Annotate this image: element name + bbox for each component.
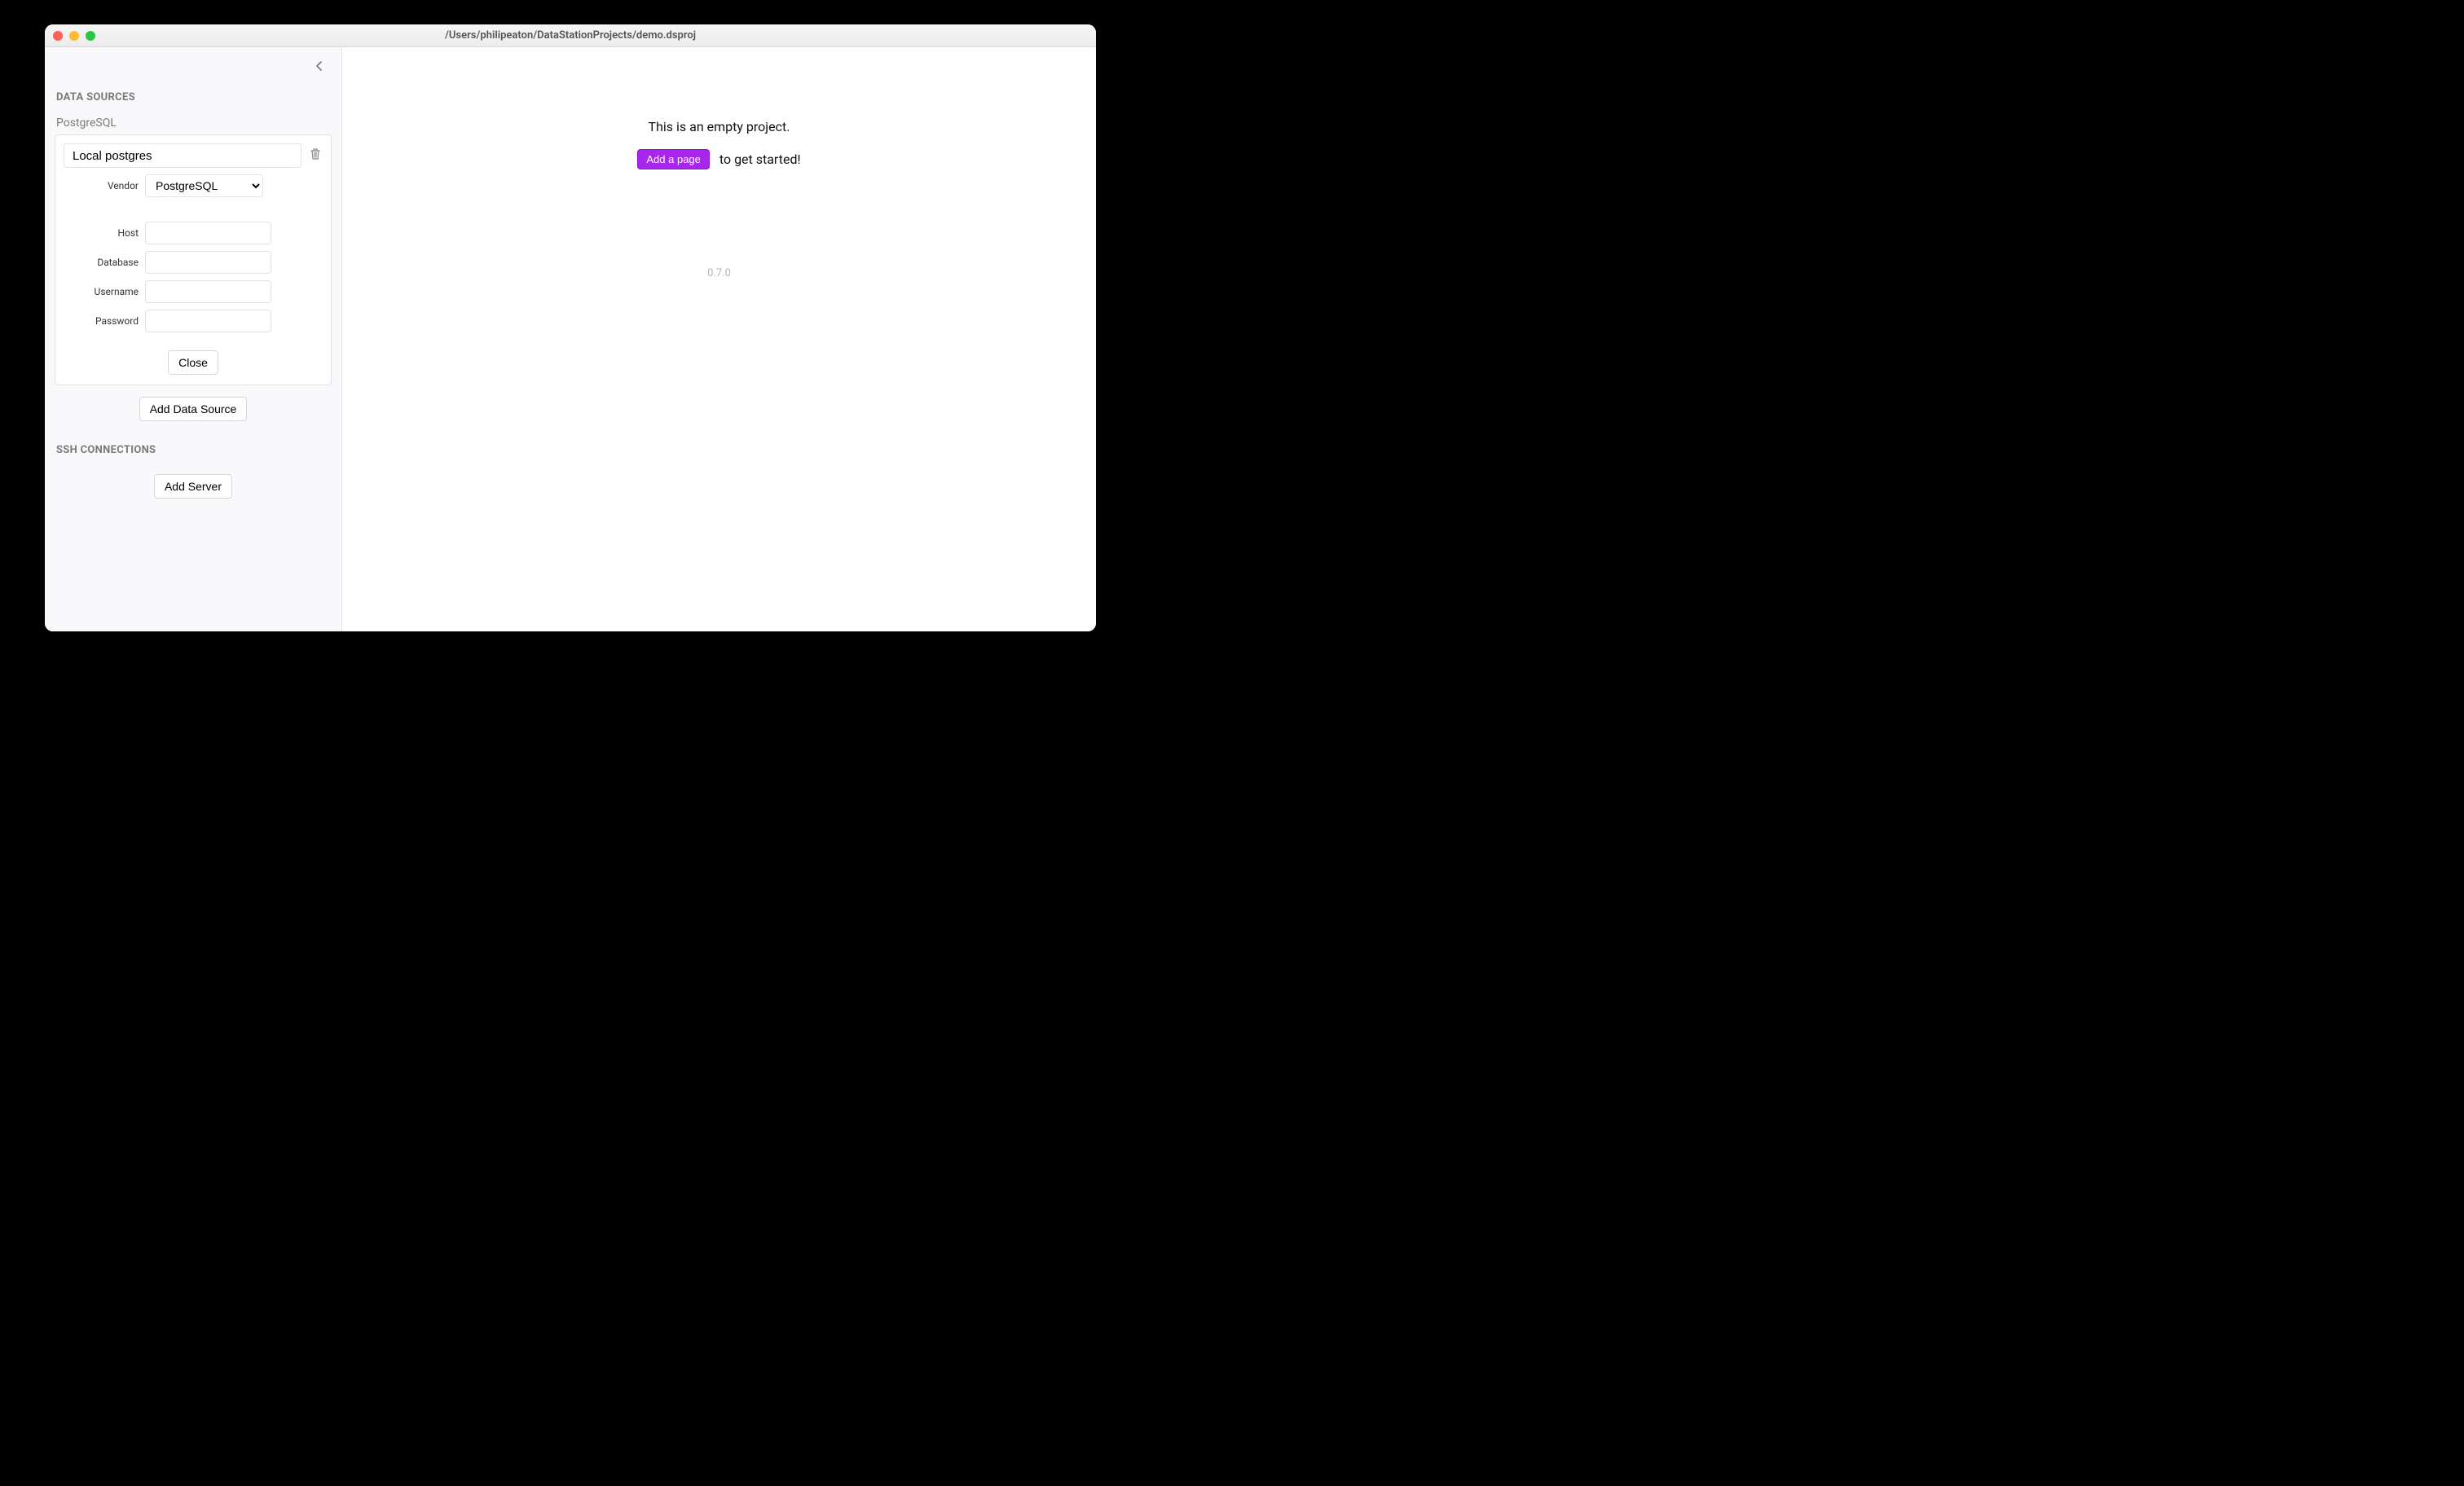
app-window: /Users/philipeaton/DataStationProjects/d…: [45, 24, 1096, 631]
data-source-card: Vendor PostgreSQL Host Database Username: [55, 134, 332, 385]
window-title: /Users/philipeaton/DataStationProjects/d…: [45, 29, 1096, 42]
database-input[interactable]: [145, 251, 271, 274]
close-window-button[interactable]: [53, 31, 63, 41]
add-data-source-button[interactable]: Add Data Source: [139, 397, 248, 421]
ssh-connections-heading: SSH CONNECTIONS: [56, 444, 330, 456]
password-label: Password: [64, 315, 145, 327]
data-sources-heading: DATA SOURCES: [56, 91, 330, 103]
collapse-sidebar-button[interactable]: [312, 60, 327, 75]
database-label: Database: [64, 257, 145, 268]
main-pane: This is an empty project. Add a page to …: [342, 47, 1096, 631]
vendor-label: Vendor: [64, 180, 145, 191]
host-input[interactable]: [145, 222, 271, 244]
data-source-type-label: PostgreSQL: [56, 117, 330, 130]
fullscreen-window-button[interactable]: [86, 31, 95, 41]
username-input[interactable]: [145, 280, 271, 303]
data-source-name-input[interactable]: [64, 143, 301, 168]
traffic-lights: [53, 31, 95, 41]
vendor-select[interactable]: PostgreSQL: [145, 174, 263, 197]
add-page-button[interactable]: Add a page: [637, 149, 710, 169]
version-label: 0.7.0: [707, 267, 731, 279]
chevron-left-icon: [315, 61, 323, 74]
password-input[interactable]: [145, 310, 271, 332]
empty-project-cta: Add a page to get started!: [637, 149, 800, 169]
sidebar: DATA SOURCES PostgreSQL Vendor PostgreSQ…: [45, 47, 342, 631]
host-label: Host: [64, 227, 145, 239]
cta-suffix-text: to get started!: [719, 152, 801, 167]
username-label: Username: [64, 286, 145, 297]
delete-data-source-button[interactable]: [308, 148, 323, 163]
trash-icon: [310, 147, 321, 164]
titlebar: /Users/philipeaton/DataStationProjects/d…: [45, 24, 1096, 47]
minimize-window-button[interactable]: [69, 31, 79, 41]
add-server-button[interactable]: Add Server: [154, 474, 232, 499]
empty-project-message: This is an empty project.: [649, 119, 790, 134]
app-body: DATA SOURCES PostgreSQL Vendor PostgreSQ…: [45, 47, 1096, 631]
close-button[interactable]: Close: [168, 350, 218, 375]
